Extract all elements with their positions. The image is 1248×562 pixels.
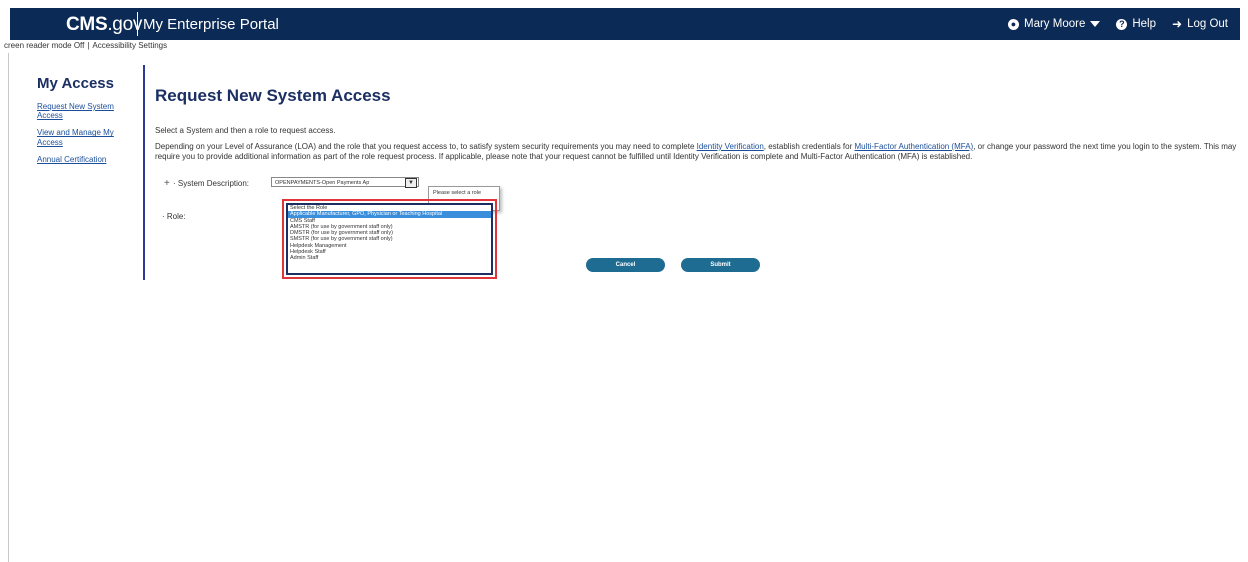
page-title: Request New System Access bbox=[155, 86, 391, 105]
system-select-value: OPENPAYMENTS-Open Payments Ap bbox=[275, 180, 370, 186]
role-listbox[interactable]: Select the Role Applicable Manufacturer,… bbox=[286, 203, 493, 275]
expand-plus-icon[interactable]: + bbox=[164, 178, 170, 189]
logout-label: Log Out bbox=[1187, 18, 1228, 30]
portal-title: My Enterprise Portal bbox=[143, 16, 279, 33]
identity-verification-link[interactable]: Identity Verification bbox=[697, 142, 764, 151]
description-text: Depending on your Level of Assurance (LO… bbox=[155, 142, 1237, 161]
user-dropdown[interactable]: ● Mary Moore bbox=[1008, 18, 1101, 30]
intro-text: Select a System and then a role to reque… bbox=[155, 126, 336, 135]
logout-icon: ➜ bbox=[1172, 17, 1183, 31]
chevron-down-icon bbox=[1090, 21, 1101, 27]
sidebar-divider bbox=[143, 65, 145, 280]
screen-reader-toggle[interactable]: creen reader mode Off bbox=[4, 41, 84, 50]
user-name: Mary Moore bbox=[1024, 18, 1086, 30]
cms-logo[interactable]: CMS.gov bbox=[66, 14, 142, 36]
sidebar-link-view-manage[interactable]: View and Manage My Access bbox=[37, 128, 137, 146]
user-menu: ● Mary Moore ? Help ➜ Log Out bbox=[1008, 17, 1228, 31]
accessibility-settings-link[interactable]: Accessibility Settings bbox=[92, 41, 167, 50]
brand-divider bbox=[137, 12, 138, 36]
help-icon: ? bbox=[1116, 18, 1128, 30]
logout-link[interactable]: ➜ Log Out bbox=[1172, 17, 1228, 31]
cancel-button[interactable]: Cancel bbox=[586, 258, 665, 272]
help-link[interactable]: ? Help bbox=[1116, 18, 1156, 30]
submit-button[interactable]: Submit bbox=[681, 258, 760, 272]
user-icon: ● bbox=[1008, 18, 1019, 30]
chevron-down-icon: ▼ bbox=[405, 178, 417, 188]
top-navigation-bar: CMS.gov My Enterprise Portal ● Mary Moor… bbox=[10, 8, 1240, 40]
left-border bbox=[8, 53, 9, 562]
sidebar: My Access Request New System Access View… bbox=[37, 75, 137, 172]
system-description-select[interactable]: OPENPAYMENTS-Open Payments Ap ▼ bbox=[271, 177, 419, 188]
accessibility-bar: creen reader mode Off | Accessibility Sett… bbox=[4, 41, 167, 50]
main-content: Request New System Access Select a Syste… bbox=[155, 86, 1240, 161]
sidebar-title: My Access bbox=[37, 75, 114, 92]
sidebar-link-annual-certification[interactable]: Annual Certification bbox=[37, 155, 137, 164]
a11y-separator: | bbox=[87, 41, 90, 50]
role-option[interactable]: Admin Staff bbox=[288, 255, 491, 261]
role-label: · Role: bbox=[162, 212, 186, 221]
help-label: Help bbox=[1132, 18, 1157, 30]
sidebar-link-request-access[interactable]: Request New System Access bbox=[37, 102, 137, 120]
mfa-link[interactable]: Multi-Factor Authentication (MFA) bbox=[855, 142, 974, 151]
system-description-label: · System Description: bbox=[173, 179, 250, 188]
